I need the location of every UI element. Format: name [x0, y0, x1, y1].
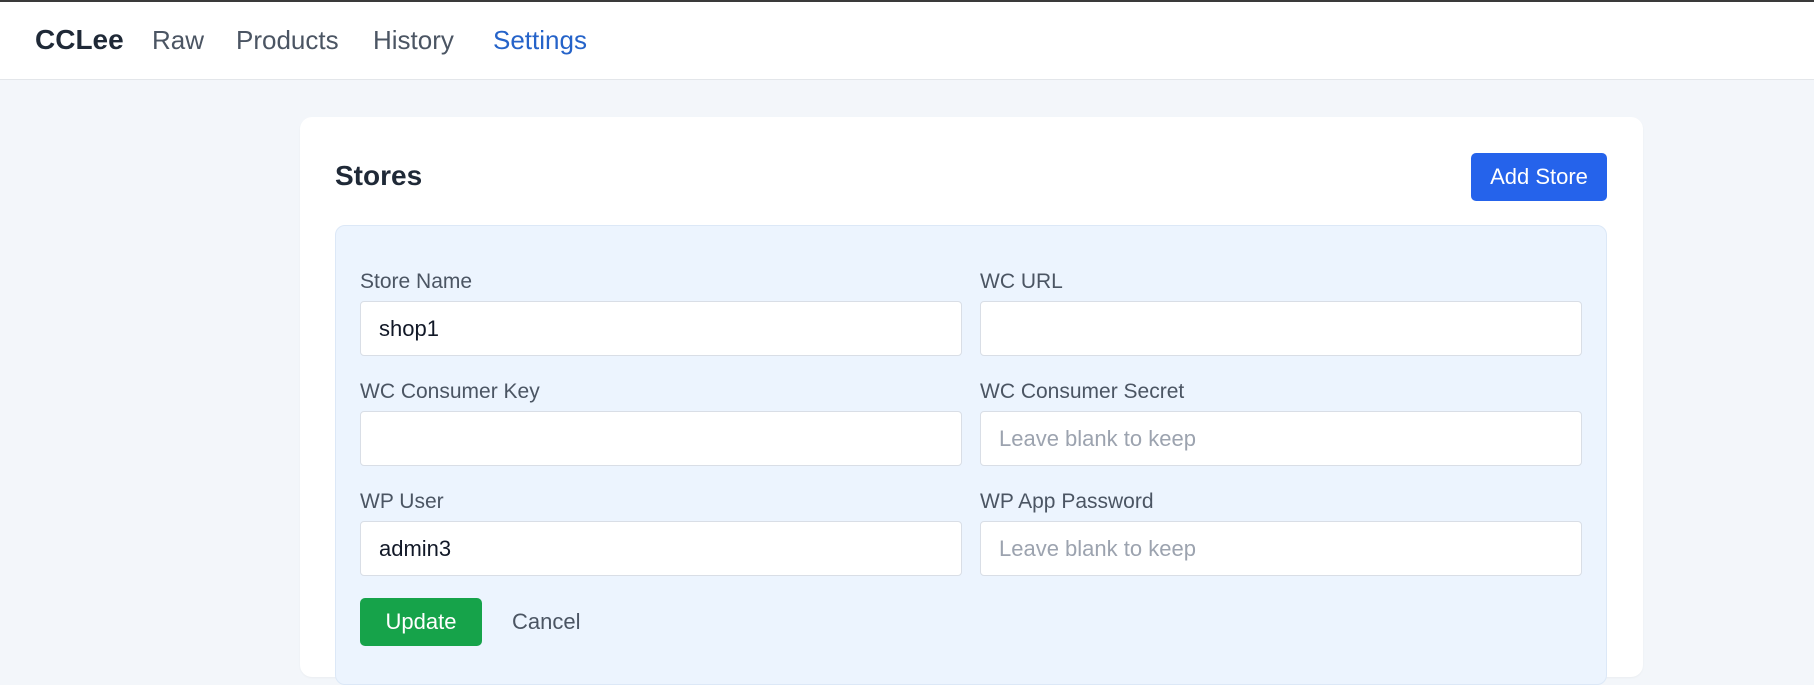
store-name-input[interactable]	[360, 301, 962, 356]
wp-app-password-input[interactable]	[980, 521, 1582, 576]
top-navbar: CCLee Raw Products History Settings	[0, 0, 1814, 80]
nav-link-history[interactable]: History	[373, 25, 454, 56]
wc-consumer-key-label: WC Consumer Key	[360, 380, 540, 403]
stores-card: Stores Add Store Store Name WC URL WC Co…	[300, 117, 1643, 685]
wc-consumer-secret-input[interactable]	[980, 411, 1582, 466]
wc-url-input[interactable]	[980, 301, 1582, 356]
store-edit-form: Store Name WC URL WC Consumer Key WC Con…	[335, 225, 1607, 685]
wp-app-password-label: WP App Password	[980, 490, 1154, 513]
brand-logo[interactable]: CCLee	[35, 24, 124, 56]
wp-user-label: WP User	[360, 490, 444, 513]
wp-user-input[interactable]	[360, 521, 962, 576]
stores-title: Stores	[335, 160, 423, 191]
wc-consumer-secret-label: WC Consumer Secret	[980, 380, 1185, 403]
store-name-label: Store Name	[360, 270, 473, 293]
add-store-button[interactable]: Add Store	[1471, 153, 1607, 201]
nav-link-raw[interactable]: Raw	[152, 25, 204, 56]
nav-link-products[interactable]: Products	[236, 25, 339, 56]
cancel-button[interactable]: Cancel	[504, 598, 588, 646]
wc-url-label: WC URL	[980, 270, 1063, 293]
wc-consumer-key-input[interactable]	[360, 411, 962, 466]
update-button[interactable]: Update	[360, 598, 482, 646]
nav-link-settings[interactable]: Settings	[493, 25, 587, 56]
